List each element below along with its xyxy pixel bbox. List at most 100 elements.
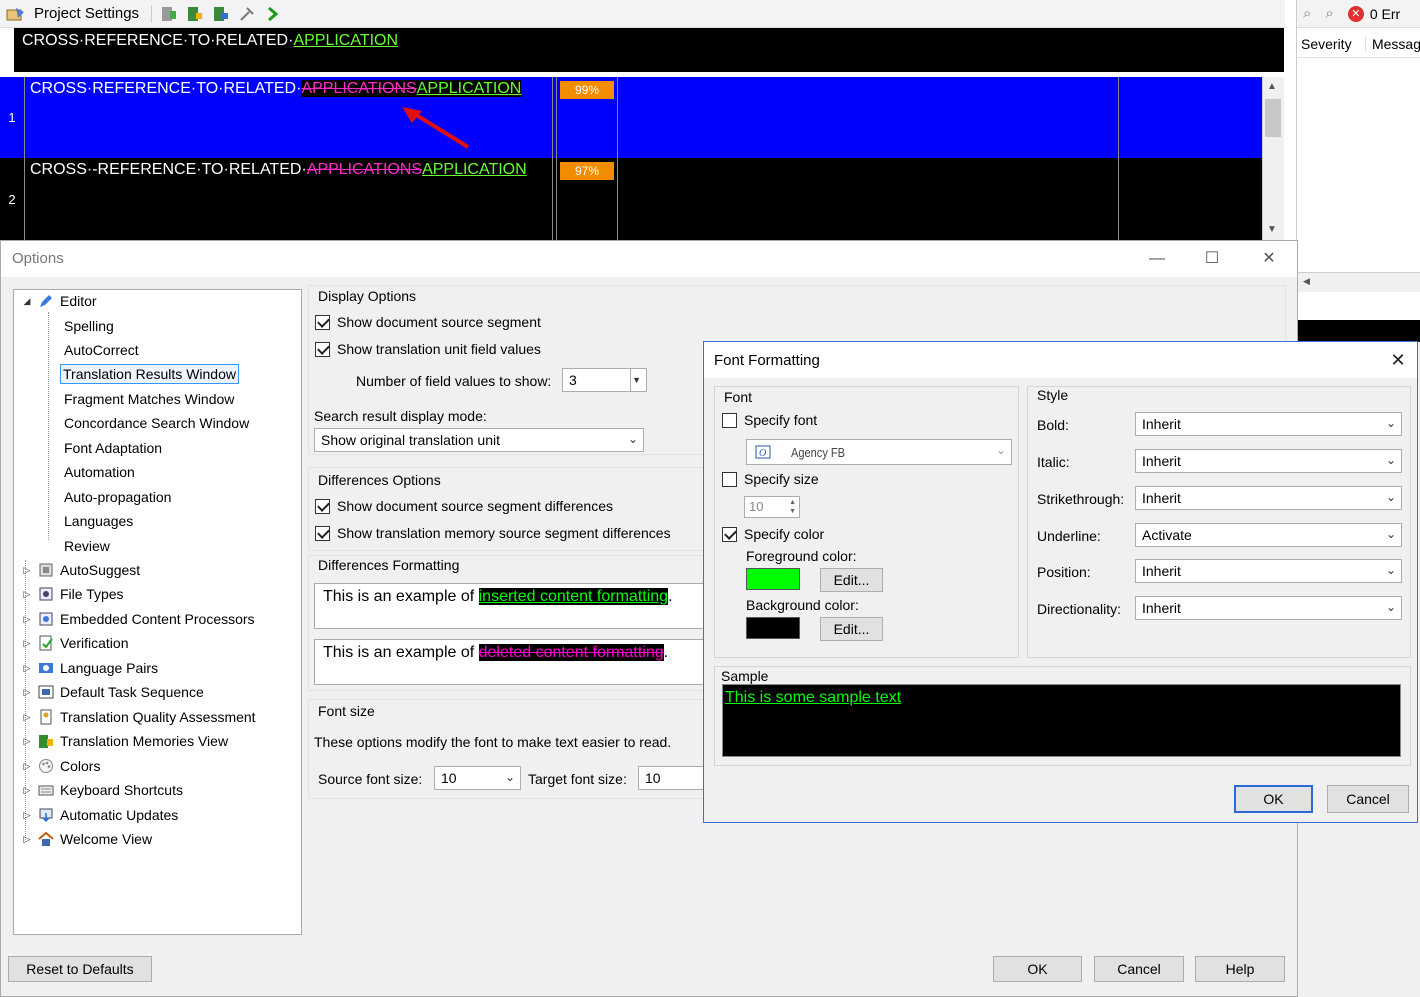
show-source-checkbox[interactable]: Show document source segment [315, 314, 541, 330]
expand-icon[interactable]: ▷ [22, 810, 32, 821]
severity-column-header[interactable]: Severity [1301, 35, 1366, 52]
tree-node-concordance-search-window[interactable]: Concordance Search Window [64, 412, 249, 434]
tree-node-keyboard-shortcuts[interactable]: ▷ Keyboard Shortcuts [22, 779, 183, 801]
table-row[interactable]: 1 CROSS·REFERENCE·TO·RELATED·APPLICATION… [0, 77, 1262, 158]
bold-select[interactable]: Inherit ⌄ [1135, 412, 1402, 436]
search-icon[interactable]: ⌕ [1303, 5, 1311, 22]
tree-node-automation[interactable]: Automation [64, 461, 135, 483]
options-ok-button[interactable]: OK [993, 956, 1082, 982]
chevron-down-icon[interactable]: ⌄ [1386, 490, 1396, 504]
checkbox-box[interactable] [722, 526, 737, 542]
position-select[interactable]: Inherit ⌄ [1135, 559, 1402, 583]
expand-icon[interactable]: ▷ [22, 663, 32, 674]
collapse-icon[interactable]: ◢ [22, 296, 32, 307]
stepper-arrows-icon[interactable]: ▲ ▼ [789, 498, 796, 516]
reset-to-defaults-button[interactable]: Reset to Defaults [8, 956, 152, 982]
grid-icon[interactable] [160, 5, 178, 23]
chevron-down-icon[interactable]: ⌄ [1386, 527, 1396, 541]
tree-node-fragment-matches-window[interactable]: Fragment Matches Window [64, 388, 234, 410]
expand-icon[interactable]: ▷ [22, 687, 32, 698]
checkbox-box[interactable] [722, 471, 737, 487]
foreground-edit-button[interactable]: Edit... [820, 568, 883, 592]
table-row[interactable]: 2 CROSS·-REFERENCE·TO·RELATED·APPLICATIO… [0, 158, 1262, 240]
minimize-icon[interactable]: — [1147, 249, 1167, 269]
filter-icon[interactable]: ⌕ [1325, 5, 1333, 22]
chevron-down-icon[interactable]: ▼ [632, 375, 641, 385]
underline-select[interactable]: Activate ⌄ [1135, 523, 1402, 547]
checkbox-box[interactable] [315, 498, 330, 514]
expand-icon[interactable]: ▷ [22, 589, 32, 600]
expand-icon[interactable]: ▷ [22, 736, 32, 747]
close-icon[interactable]: ✕ [1259, 249, 1279, 269]
show-field-values-checkbox[interactable]: Show translation unit field values [315, 341, 541, 357]
error-count[interactable]: 0 Err [1370, 6, 1400, 22]
specify-color-checkbox[interactable]: Specify color [722, 526, 824, 542]
strikethrough-select[interactable]: Inherit ⌄ [1135, 486, 1402, 510]
options-help-button[interactable]: Help [1195, 956, 1285, 982]
expand-icon[interactable]: ▷ [22, 834, 32, 845]
font-formatting-ok-button[interactable]: OK [1234, 785, 1313, 813]
tree-node-translation-quality-assessment[interactable]: ▷ Translation Quality Assessment [22, 706, 256, 728]
show-tm-diff-checkbox[interactable]: Show translation memory source segment d… [315, 525, 671, 541]
expand-icon[interactable]: ▷ [22, 712, 32, 723]
tree-node-embedded-content-processors[interactable]: ▷ Embedded Content Processors [22, 608, 255, 630]
scroll-left-icon[interactable]: ◀ [1303, 276, 1310, 287]
deleted-formatting-example[interactable]: This is an example of deleted content fo… [314, 639, 714, 685]
show-source-diff-checkbox[interactable]: Show document source segment differences [315, 498, 613, 514]
scrollbar-thumb[interactable] [1265, 99, 1281, 137]
inserted-formatting-example[interactable]: This is an example of inserted content f… [314, 583, 714, 629]
chevron-down-icon[interactable]: ⌄ [1386, 453, 1396, 467]
tree-node-spelling[interactable]: Spelling [64, 315, 114, 337]
tree-node-verification[interactable]: ▷ Verification [22, 632, 129, 654]
tm-update-icon[interactable] [212, 5, 230, 23]
chevron-down-icon[interactable]: ⌄ [996, 443, 1006, 457]
tree-node-automatic-updates[interactable]: ▷ Automatic Updates [22, 804, 179, 826]
expand-icon[interactable]: ▷ [22, 761, 32, 772]
num-field-values-combo[interactable]: 3 ▼ [562, 368, 647, 392]
tree-node-languages[interactable]: Languages [64, 510, 133, 532]
specify-size-checkbox[interactable]: Specify size [722, 471, 819, 487]
maximize-icon[interactable]: ☐ [1202, 249, 1222, 269]
tm-add-icon[interactable] [186, 5, 204, 23]
expand-icon[interactable]: ▷ [22, 614, 32, 625]
search-mode-select[interactable]: Show original translation unit ⌄ [314, 428, 644, 452]
tree-node-auto-propagation[interactable]: Auto-propagation [64, 486, 171, 508]
project-settings-button[interactable]: Project Settings [6, 5, 139, 22]
options-cancel-button[interactable]: Cancel [1094, 956, 1184, 982]
expand-icon[interactable]: ▷ [22, 638, 32, 649]
tree-node-colors[interactable]: ▷ Colors [22, 755, 101, 777]
directionality-select[interactable]: Inherit ⌄ [1135, 596, 1402, 620]
checkbox-box[interactable] [315, 525, 330, 541]
source-font-size-select[interactable]: 10 ⌄ [434, 766, 521, 790]
error-icon[interactable]: ✕ [1347, 5, 1364, 22]
specify-font-checkbox[interactable]: Specify font [722, 412, 817, 428]
tree-node-autocorrect[interactable]: AutoCorrect [64, 339, 139, 361]
expand-icon[interactable]: ▷ [22, 565, 32, 576]
message-column-header[interactable]: Messag [1372, 36, 1420, 52]
checkbox-box[interactable] [722, 412, 737, 428]
chevron-down-icon[interactable]: ⌄ [505, 770, 515, 784]
grid-scrollbar[interactable]: ▲ ▼ [1262, 77, 1284, 240]
background-edit-button[interactable]: Edit... [820, 617, 883, 641]
tree-node-welcome-view[interactable]: ▷ Welcome View [22, 828, 153, 850]
tools-icon[interactable] [238, 5, 256, 23]
tree-node-translation-results-window[interactable]: Translation Results Window [60, 363, 239, 385]
chevron-down-icon[interactable]: ⌄ [1386, 416, 1396, 430]
chevron-down-icon[interactable]: ⌄ [628, 432, 638, 446]
chevron-down-icon[interactable]: ⌄ [1386, 600, 1396, 614]
arrow-right-icon[interactable] [264, 5, 282, 23]
close-icon[interactable]: ✕ [1388, 350, 1408, 370]
font-formatting-cancel-button[interactable]: Cancel [1327, 785, 1409, 813]
tree-node-translation-memories-view[interactable]: ▷ Translation Memories View [22, 730, 229, 752]
scroll-down-icon[interactable]: ▼ [1267, 224, 1277, 235]
chevron-down-icon[interactable]: ⌄ [1386, 563, 1396, 577]
expand-icon[interactable]: ▷ [22, 785, 32, 796]
italic-select[interactable]: Inherit ⌄ [1135, 449, 1402, 473]
font-select[interactable]: O Agency FB ⌄ [746, 439, 1012, 465]
checkbox-box[interactable] [315, 341, 330, 357]
tree-node-language-pairs[interactable]: ▷ Language Pairs [22, 657, 159, 679]
scroll-up-icon[interactable]: ▲ [1267, 81, 1277, 92]
tree-node-default-task-sequence[interactable]: ▷ Default Task Sequence [22, 681, 204, 703]
tree-node-font-adaptation[interactable]: Font Adaptation [64, 437, 162, 459]
tree-node-editor[interactable]: ◢ Editor [22, 290, 97, 312]
